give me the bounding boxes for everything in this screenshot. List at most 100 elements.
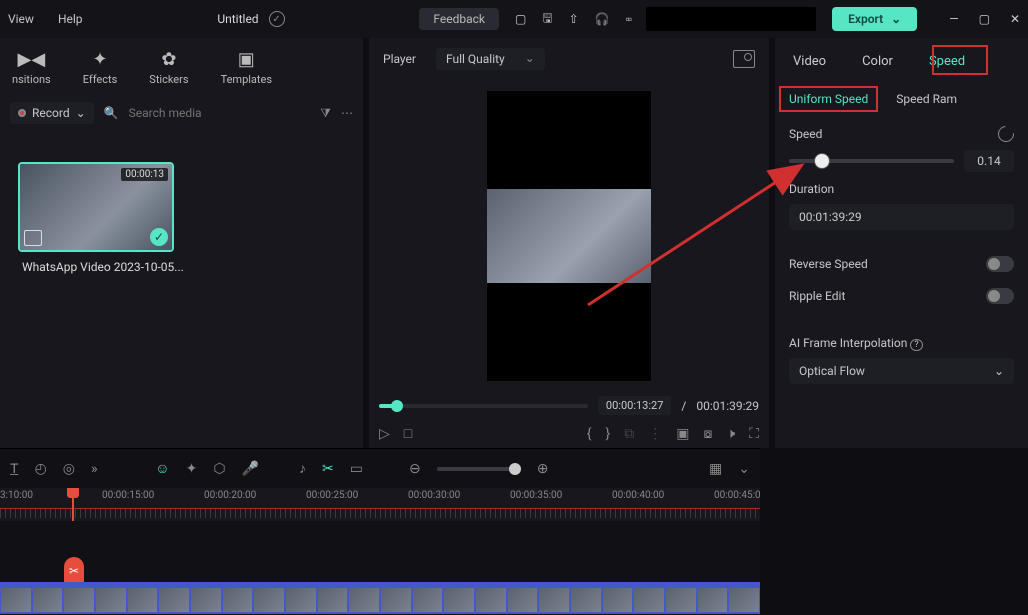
- ripple-edit-label: Ripple Edit: [789, 289, 845, 303]
- speed-label: Speed: [789, 127, 822, 141]
- bracket-left-icon[interactable]: {: [587, 426, 592, 442]
- chevron-down-icon: ⌄: [994, 364, 1004, 378]
- mic-icon[interactable]: 🎤: [242, 461, 259, 477]
- added-check-icon: ✓: [150, 228, 168, 246]
- preview-panel: Player Full Quality 00:00:13:27 / 00:01:…: [369, 38, 769, 448]
- dots-icon[interactable]: ⋮: [648, 426, 662, 442]
- record-button[interactable]: Record⌄: [10, 102, 94, 124]
- interpolation-select[interactable]: Optical Flow⌄: [789, 358, 1014, 384]
- tab-stickers[interactable]: ✿Stickers: [149, 49, 188, 86]
- chevron-down-icon: ⌄: [891, 12, 901, 26]
- video-canvas[interactable]: [487, 91, 651, 381]
- shield-icon[interactable]: ⬡: [213, 461, 225, 477]
- top-bar: View Help Untitled ✓ Feedback ▢ 🖫 ⇧ 🎧 ▫▫…: [0, 0, 1028, 38]
- duration-input[interactable]: 00:01:39:29: [789, 204, 1014, 230]
- crop-icon[interactable]: ⧉: [624, 426, 634, 442]
- display-icon[interactable]: ▣: [676, 426, 689, 442]
- cloud-icon[interactable]: ⇧: [569, 12, 579, 26]
- tab-templates[interactable]: ▣Templates: [221, 49, 272, 86]
- reset-icon[interactable]: [995, 123, 1018, 146]
- current-time: 00:00:13:27: [598, 396, 671, 415]
- tab-color[interactable]: Color: [862, 54, 893, 69]
- bracket-right-icon[interactable]: }: [605, 426, 610, 442]
- collapse-icon[interactable]: ⌄: [738, 461, 750, 477]
- apps-icon[interactable]: ▫▫: [626, 12, 631, 26]
- stop-button[interactable]: □: [404, 425, 412, 442]
- subtab-uniform-speed[interactable]: Uniform Speed: [779, 86, 878, 112]
- frame-icon[interactable]: ▭: [350, 461, 363, 477]
- stickers-icon: ✿: [161, 49, 176, 70]
- quality-select[interactable]: Full Quality: [436, 48, 545, 70]
- close-button[interactable]: ✕: [1010, 12, 1020, 26]
- duration-label: Duration: [789, 182, 834, 196]
- media-panel: ▶◀nsitions ✦Effects ✿Stickers ▣Templates…: [0, 38, 363, 448]
- media-clip[interactable]: 00:00:13 ✓: [18, 162, 174, 252]
- project-title: Untitled: [217, 12, 258, 26]
- video-track[interactable]: [0, 582, 760, 614]
- menu-view[interactable]: View: [8, 12, 34, 26]
- zoom-slider[interactable]: [437, 467, 521, 471]
- split-icon[interactable]: ✂: [322, 461, 334, 477]
- grid-icon[interactable]: ▦: [709, 461, 722, 477]
- player-seek-slider[interactable]: [379, 404, 588, 408]
- ripple-edit-toggle[interactable]: [986, 288, 1014, 304]
- clip-duration: 00:00:13: [121, 168, 168, 181]
- playhead[interactable]: [72, 488, 74, 521]
- reverse-speed-toggle[interactable]: [986, 256, 1014, 272]
- saved-icon: ✓: [269, 11, 285, 27]
- export-button[interactable]: Export⌄: [832, 7, 917, 31]
- time-ruler[interactable]: 3:10:0000:00:15:0000:00:20:0000:00:25:00…: [0, 488, 760, 521]
- record-icon: [18, 109, 26, 117]
- media-filename: WhatsApp Video 2023-10-05...: [18, 252, 345, 278]
- snapshot-icon[interactable]: [733, 50, 755, 68]
- chevron-down-icon: ⌄: [76, 106, 86, 120]
- play-button[interactable]: ▷: [379, 426, 390, 442]
- text-tool-icon[interactable]: T̲: [10, 460, 19, 477]
- timer-icon[interactable]: ◴: [35, 461, 47, 477]
- account-area: [646, 7, 816, 31]
- search-input[interactable]: [129, 106, 311, 120]
- info-icon[interactable]: ?: [910, 339, 922, 351]
- sparkle-icon[interactable]: ✦: [186, 461, 198, 477]
- speed-slider[interactable]: [789, 159, 954, 163]
- headphones-icon[interactable]: 🎧: [595, 12, 610, 26]
- reverse-speed-label: Reverse Speed: [789, 257, 868, 271]
- maximize-button[interactable]: ▢: [979, 12, 990, 26]
- search-icon: 🔍: [104, 106, 119, 120]
- player-label: Player: [383, 52, 416, 66]
- more-tools-icon[interactable]: »: [91, 461, 98, 477]
- save-icon[interactable]: 🖫: [542, 9, 552, 30]
- more-icon[interactable]: ⋯: [341, 106, 353, 120]
- tab-video[interactable]: Video: [793, 54, 826, 69]
- camera-icon[interactable]: ⧇: [703, 426, 712, 442]
- zoom-in-icon[interactable]: ⊕: [537, 461, 549, 477]
- timeline-toolbar: T̲ ◴ ◎ » ☺ ✦ ⬡ 🎤 ♪ ✂ ▭ ⊖ ⊕ ▦ ⌄: [0, 448, 760, 488]
- feedback-button[interactable]: Feedback: [419, 8, 499, 30]
- tab-speed[interactable]: Speed: [929, 54, 965, 69]
- volume-icon[interactable]: 🕨: [726, 426, 735, 442]
- effects-icon: ✦: [92, 49, 107, 70]
- zoom-out-icon[interactable]: ⊖: [409, 461, 421, 477]
- ai-face-icon[interactable]: ☺: [155, 460, 169, 477]
- media-thumbnail: 00:00:13 ✓: [20, 164, 172, 250]
- menu-help[interactable]: Help: [58, 12, 83, 26]
- palette-icon[interactable]: ◎: [63, 461, 75, 477]
- music-icon[interactable]: ♪: [299, 460, 306, 477]
- cut-marker-icon[interactable]: ✂: [64, 557, 84, 585]
- tab-effects[interactable]: ✦Effects: [83, 49, 118, 86]
- filter-icon[interactable]: ⧩: [320, 106, 331, 121]
- tab-transitions[interactable]: ▶◀nsitions: [12, 49, 51, 86]
- subtab-speed-ramping[interactable]: Speed Ram: [896, 92, 957, 106]
- interpolation-label: AI Frame Interpolation ?: [789, 336, 923, 350]
- time-separator: /: [681, 399, 686, 413]
- transitions-icon: ▶◀: [18, 49, 46, 70]
- total-time: 00:01:39:29: [696, 399, 759, 413]
- video-type-icon: [24, 230, 42, 246]
- properties-panel: Video Color Speed Uniform Speed Speed Ra…: [775, 38, 1028, 448]
- timeline[interactable]: ✂: [0, 521, 760, 614]
- fullscreen-icon[interactable]: ⛶: [749, 426, 759, 442]
- templates-icon: ▣: [238, 49, 255, 70]
- monitor-icon[interactable]: ▢: [515, 12, 526, 26]
- minimize-button[interactable]: —: [949, 12, 958, 26]
- speed-value[interactable]: 0.14: [964, 150, 1014, 172]
